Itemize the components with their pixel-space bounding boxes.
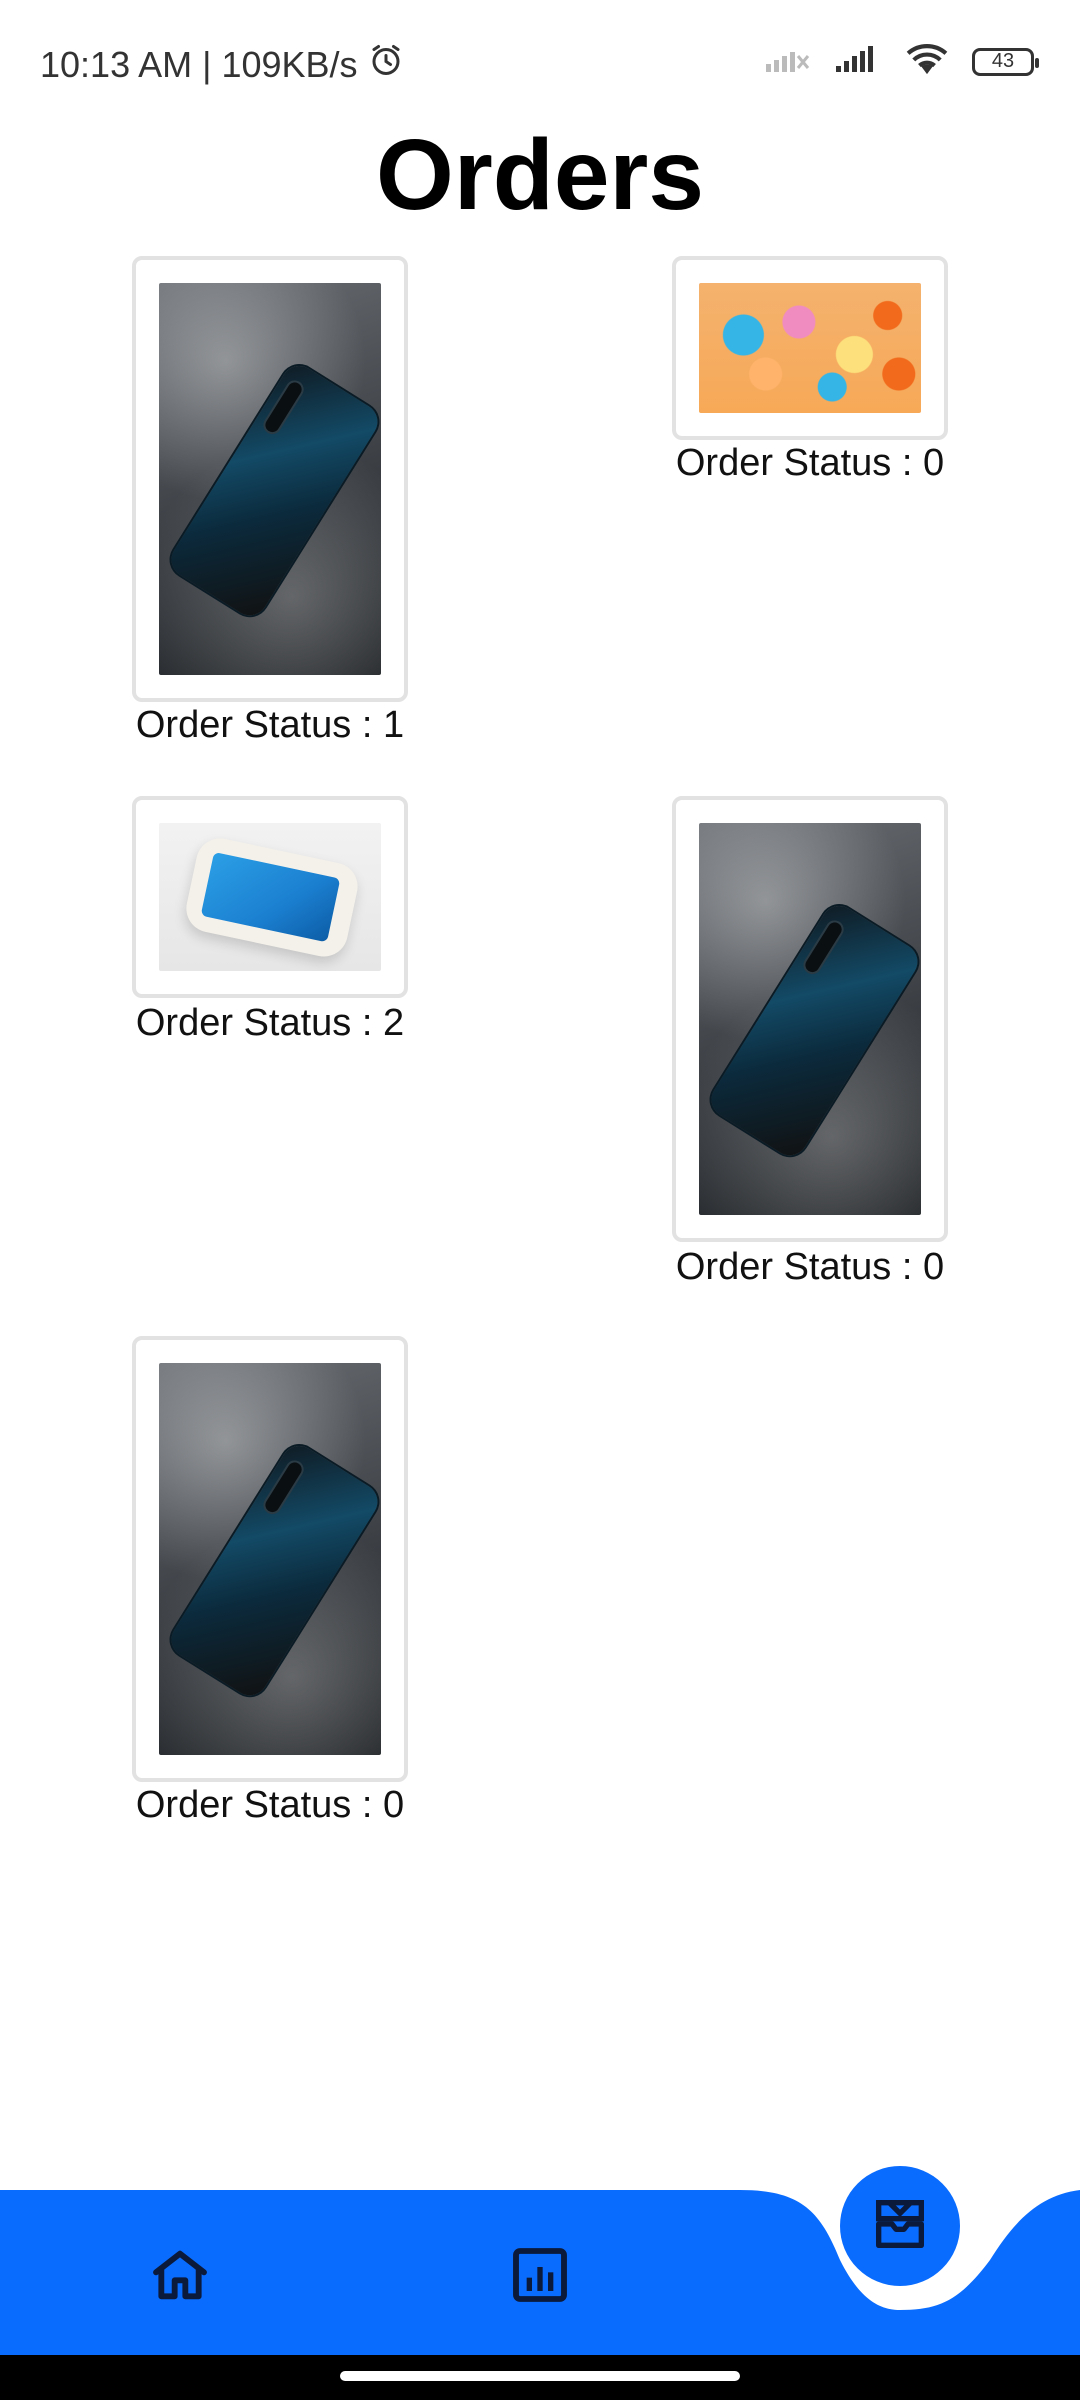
order-status-label: Order Status : 0 [675,442,945,484]
order-card[interactable]: Order Status : 0 [672,256,948,496]
order-image [159,823,381,971]
signal-icon [834,44,882,79]
order-image-frame[interactable] [132,796,408,998]
order-image-frame[interactable] [132,256,408,702]
order-image-frame[interactable] [672,256,948,440]
order-card[interactable]: Order Status : 0 [672,796,948,1296]
order-status-label: Order Status : 1 [135,704,405,746]
home-indicator[interactable] [340,2371,740,2381]
order-image [699,283,921,413]
chart-icon[interactable] [505,2240,575,2310]
order-image [699,823,921,1215]
order-status-label: Order Status : 0 [135,1784,405,1826]
alarm-icon [368,42,404,87]
wifi-icon [904,42,950,81]
order-card[interactable]: Order Status : 0 [132,1336,408,1836]
status-time-speed: 10:13 AM | 109KB/s [40,43,358,85]
home-icon[interactable] [145,2240,215,2310]
order-status-label: Order Status : 0 [675,1246,945,1288]
inbox-icon [868,2192,932,2261]
status-bar: 10:13 AM | 109KB/s 43 [0,0,1080,130]
inbox-button[interactable] [840,2166,960,2286]
battery-level: 43 [991,50,1015,72]
signal-off-icon [764,44,812,79]
order-card[interactable]: Order Status : 1 [132,256,408,756]
order-image [159,283,381,675]
page-title: Orders [376,119,704,231]
battery-icon: 43 [972,47,1039,76]
order-image [159,1363,381,1755]
status-left: 10:13 AM | 109KB/s [40,42,404,87]
order-card[interactable]: Order Status : 2 [132,796,408,1056]
status-right: 43 [764,42,1039,81]
order-status-label: Order Status : 2 [135,1002,405,1044]
order-image-frame[interactable] [672,796,948,1242]
order-image-frame[interactable] [132,1336,408,1782]
